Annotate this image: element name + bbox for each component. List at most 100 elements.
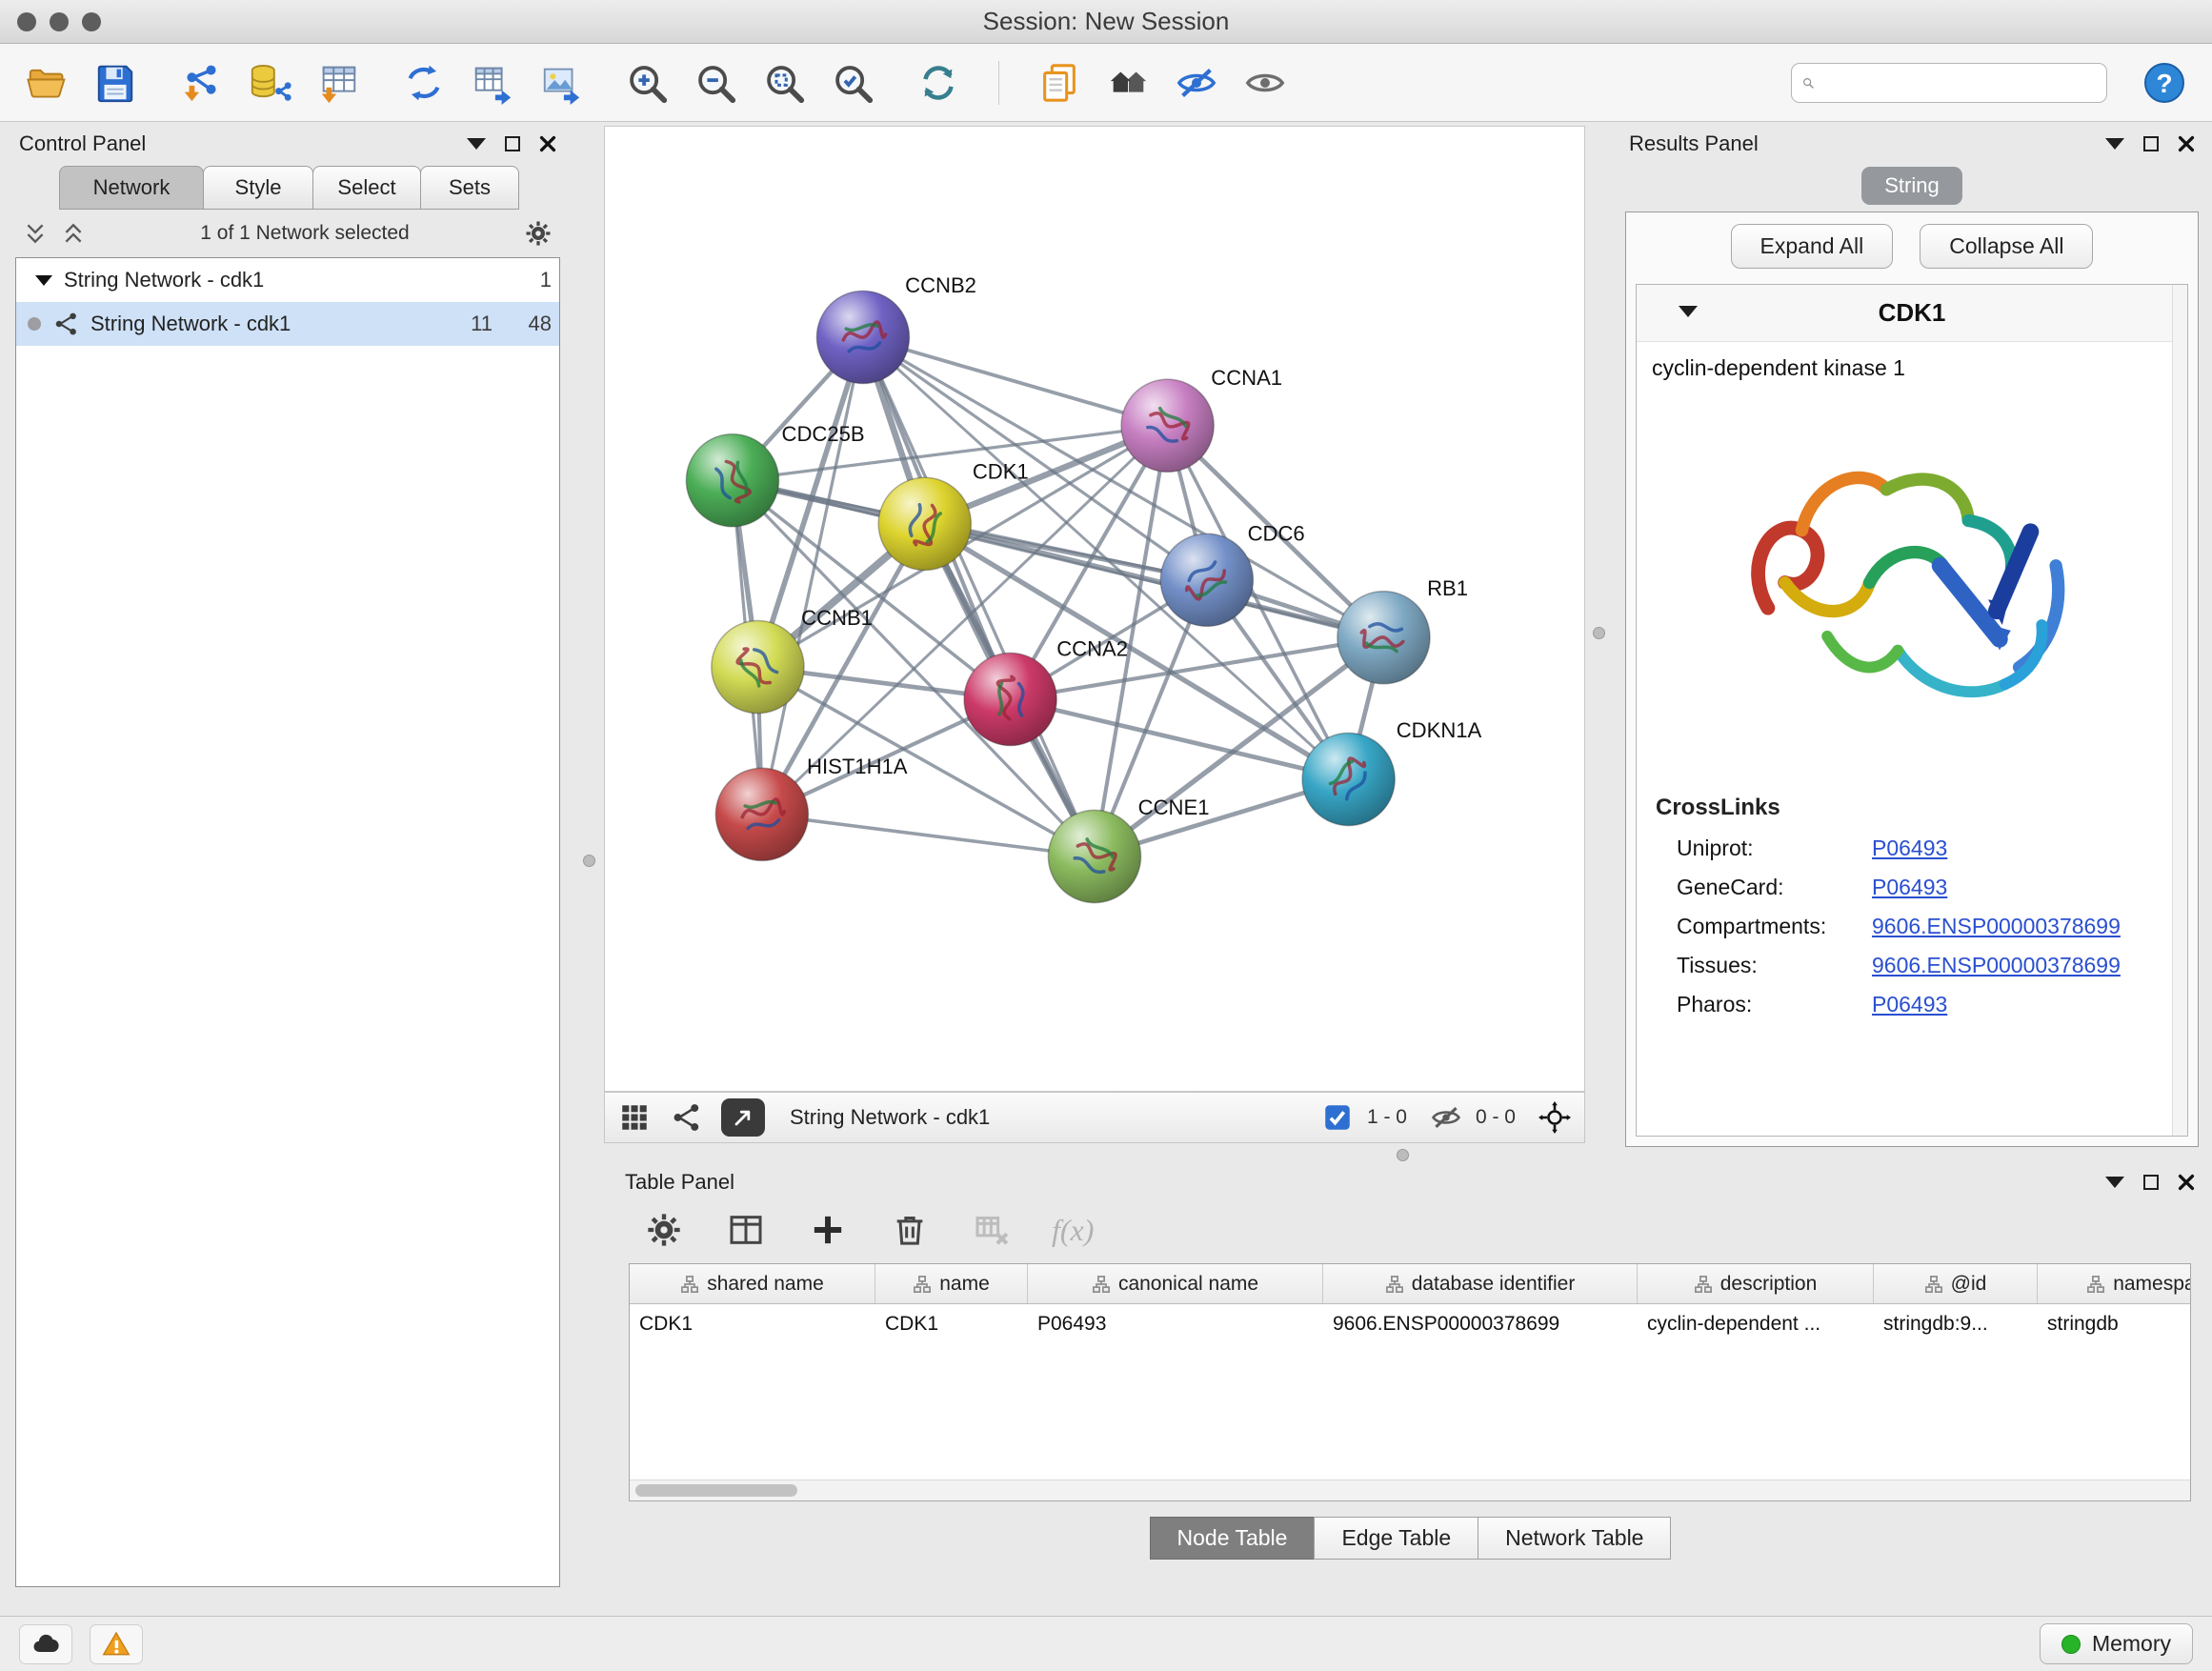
network-row[interactable]: String Network - cdk1 11 48 <box>16 302 559 346</box>
search-input[interactable] <box>1822 70 2097 95</box>
float-panel-icon[interactable] <box>2105 1177 2124 1188</box>
maximize-panel-icon[interactable] <box>2143 136 2159 151</box>
left-splitter-handle[interactable] <box>583 855 595 867</box>
zoom-window-button[interactable] <box>82 12 101 31</box>
network-edge-CCNB2-CCNE1[interactable] <box>863 337 1095 856</box>
crosslink-link[interactable]: 9606.ENSP00000378699 <box>1872 914 2121 939</box>
delete-column-button[interactable] <box>888 1208 932 1252</box>
hide-selected-button[interactable] <box>1171 56 1222 110</box>
import-table-button[interactable] <box>312 56 364 110</box>
warnings-button[interactable] <box>90 1624 143 1664</box>
results-content: Expand All Collapse All CDK1 cyclin-depe… <box>1625 211 2199 1147</box>
create-column-button[interactable] <box>806 1208 850 1252</box>
table-cell[interactable]: P06493 <box>1028 1313 1323 1336</box>
memory-button[interactable]: Memory <box>2040 1623 2193 1664</box>
column-header-shared-name[interactable]: shared name <box>630 1264 875 1303</box>
string-tab[interactable]: String <box>1861 167 1961 205</box>
cloud-status-button[interactable] <box>19 1624 72 1664</box>
crosslink-link[interactable]: P06493 <box>1872 992 1947 1017</box>
help-button[interactable]: ? <box>2142 58 2191 108</box>
copy-document-button[interactable] <box>1034 56 1085 110</box>
detach-view-button[interactable] <box>721 1098 765 1137</box>
collapse-all-button[interactable]: Collapse All <box>1920 224 2093 269</box>
merge-networks-button[interactable] <box>398 56 450 110</box>
float-panel-icon[interactable] <box>467 138 486 150</box>
tab-select[interactable]: Select <box>312 166 421 210</box>
maximize-panel-icon[interactable] <box>505 136 520 151</box>
network-edge-CCNB2-HIST1H1A[interactable] <box>762 337 863 815</box>
tab-style[interactable]: Style <box>203 166 313 210</box>
table-cell[interactable]: CDK1 <box>875 1313 1028 1336</box>
network-view[interactable]: CCNB2CCNA1CDC25BCDK1CDC6RB1CCNB1CCNA2CDK… <box>604 126 1585 1092</box>
column-header-label: @id <box>1951 1273 1987 1296</box>
section-expander-icon[interactable] <box>1679 306 1698 317</box>
tree-expander-icon[interactable] <box>35 275 52 286</box>
node-label-CDC25B: CDC25B <box>782 422 865 446</box>
zoom-fit-button[interactable] <box>758 56 810 110</box>
zoom-out-button[interactable] <box>690 56 741 110</box>
network-graph[interactable]: CCNB2CCNA1CDC25BCDK1CDC6RB1CCNB1CCNA2CDK… <box>605 127 1584 1091</box>
tab-network-table[interactable]: Network Table <box>1478 1517 1671 1560</box>
tab-edge-table[interactable]: Edge Table <box>1314 1517 1478 1560</box>
bottom-splitter-handle[interactable] <box>1397 1149 1409 1161</box>
collapse-all-icon[interactable] <box>23 221 48 246</box>
expand-all-button[interactable]: Expand All <box>1731 224 1894 269</box>
minimize-window-button[interactable] <box>50 12 69 31</box>
network-edge-HIST1H1A-CCNE1[interactable] <box>762 815 1095 856</box>
grid-view-icon[interactable] <box>618 1101 651 1134</box>
tab-network[interactable]: Network <box>59 166 204 210</box>
close-panel-icon[interactable] <box>539 135 556 152</box>
column-header-name[interactable]: name <box>875 1264 1028 1303</box>
home-button[interactable] <box>1102 56 1154 110</box>
right-splitter-handle[interactable] <box>1593 627 1605 639</box>
import-network-database-button[interactable] <box>244 56 295 110</box>
table-cell[interactable]: stringdb:9... <box>1874 1313 2038 1336</box>
columns-icon <box>727 1211 765 1249</box>
close-panel-icon[interactable] <box>2178 1174 2195 1191</box>
show-all-button[interactable] <box>1239 56 1291 110</box>
network-overview-icon[interactable] <box>670 1101 702 1134</box>
table-row[interactable]: CDK1CDK1P064939606.ENSP00000378699cyclin… <box>630 1304 2190 1344</box>
crosshair-icon[interactable] <box>1538 1101 1571 1134</box>
import-network-file-button[interactable] <box>175 56 227 110</box>
column-header--id[interactable]: @id <box>1874 1264 2038 1303</box>
results-scrollbar[interactable] <box>2172 285 2187 1136</box>
table-cell[interactable]: stringdb <box>2038 1313 2191 1336</box>
gear-icon[interactable] <box>524 219 553 248</box>
column-header-description[interactable]: description <box>1638 1264 1874 1303</box>
selected-checkbox-icon[interactable] <box>1321 1101 1354 1134</box>
column-header-database-identifier[interactable]: database identifier <box>1323 1264 1638 1303</box>
crosslink-link[interactable]: P06493 <box>1872 836 1947 861</box>
tab-sets[interactable]: Sets <box>420 166 519 210</box>
zoom-selected-button[interactable] <box>827 56 878 110</box>
table-settings-button[interactable] <box>642 1208 686 1252</box>
column-header-canonical-name[interactable]: canonical name <box>1028 1264 1323 1303</box>
close-panel-icon[interactable] <box>2178 135 2195 152</box>
network-edge-CDK1-RB1[interactable] <box>925 524 1384 637</box>
refresh-network-button[interactable] <box>913 56 964 110</box>
maximize-panel-icon[interactable] <box>2143 1175 2159 1190</box>
crosslink-link[interactable]: 9606.ENSP00000378699 <box>1872 953 2121 978</box>
export-table-button[interactable] <box>467 56 518 110</box>
crosslink-link[interactable]: P06493 <box>1872 875 1947 900</box>
expand-all-icon[interactable] <box>61 221 86 246</box>
hidden-eye-slash-icon[interactable] <box>1430 1101 1462 1134</box>
float-panel-icon[interactable] <box>2105 138 2124 150</box>
export-image-button[interactable] <box>535 56 587 110</box>
scrollbar-thumb[interactable] <box>635 1484 797 1497</box>
tab-node-table[interactable]: Node Table <box>1150 1517 1316 1560</box>
table-horizontal-scrollbar[interactable] <box>630 1480 2190 1500</box>
show-columns-button[interactable] <box>724 1208 768 1252</box>
table-cell[interactable]: cyclin-dependent ... <box>1638 1313 1874 1336</box>
table-cell[interactable]: 9606.ENSP00000378699 <box>1323 1313 1638 1336</box>
protein-section-header[interactable]: CDK1 <box>1637 285 2187 342</box>
column-header-namespace[interactable]: namespace <box>2038 1264 2191 1303</box>
zoom-in-button[interactable] <box>621 56 673 110</box>
network-collection-row[interactable]: String Network - cdk1 1 <box>16 258 559 302</box>
table-cell[interactable]: CDK1 <box>630 1313 875 1336</box>
open-session-button[interactable] <box>21 56 72 110</box>
window-title: Session: New Session <box>0 7 2212 36</box>
close-window-button[interactable] <box>17 12 36 31</box>
save-session-button[interactable] <box>90 56 141 110</box>
network-edge-CCNB2-CCNA1[interactable] <box>863 337 1168 426</box>
